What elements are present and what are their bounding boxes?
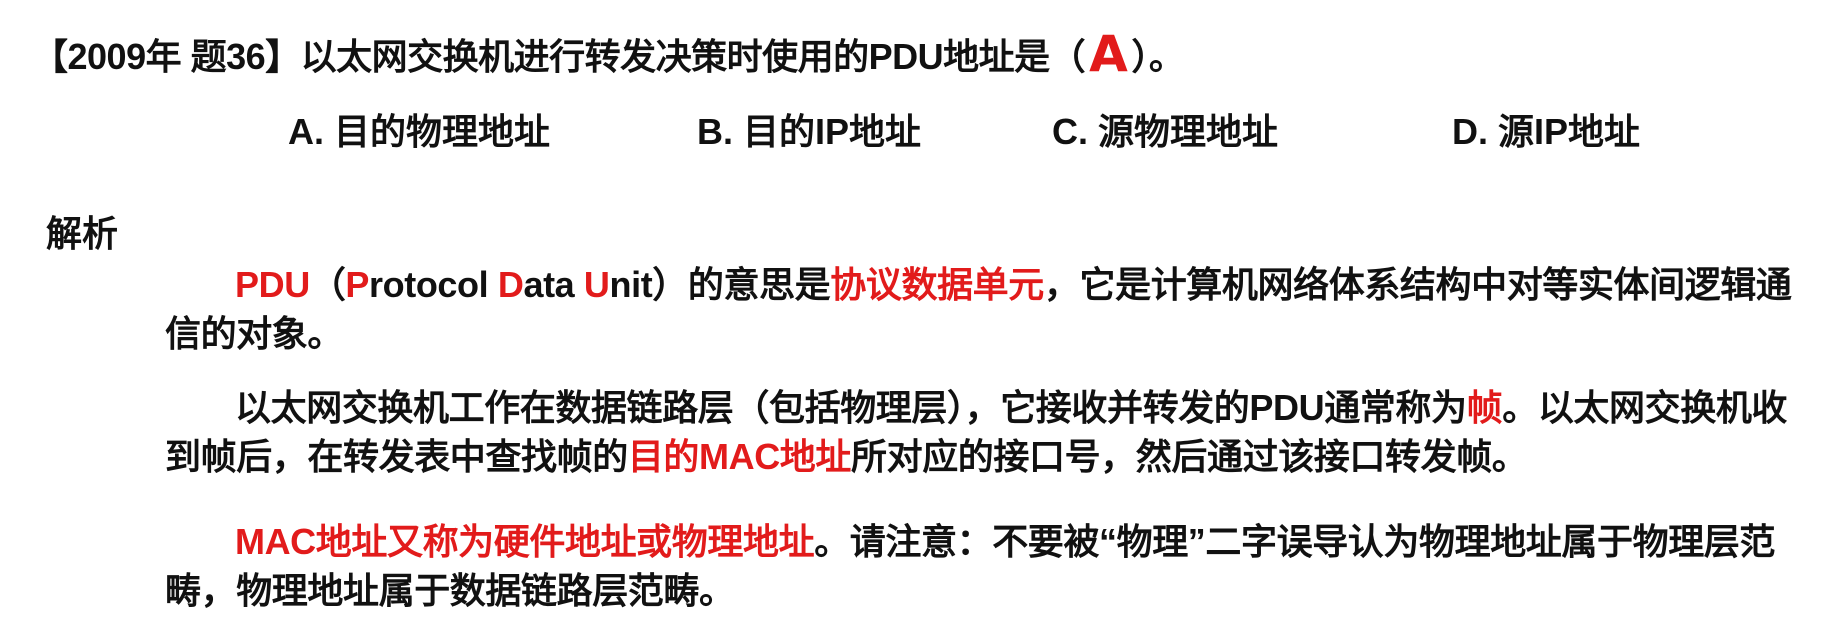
question-stem: 【2009年 题36】以太网交换机进行转发决策时使用的PDU地址是（A）。 — [32, 25, 1185, 83]
analysis-paragraph-1: PDU（Protocol Data Unit）的意思是协议数据单元，它是计算机网… — [165, 260, 1815, 358]
p1-highlight: 协议数据单元 — [830, 264, 1044, 305]
analysis-paragraph-3: MAC地址又称为硬件地址或物理地址。请注意：不要被“物理”二字误导认为物理地址属… — [165, 517, 1815, 615]
option-c: C. 源物理地址 — [1052, 111, 1279, 152]
question-prefix: 【2009年 题36】以太网交换机进行转发决策时使用的PDU地址是（ — [32, 36, 1086, 77]
analysis-title: 解析 — [46, 213, 119, 254]
p2-text: 以太网交换机工作在数据链路层（包括物理层），它接收并转发的PDU通常称为 — [235, 387, 1467, 428]
p1-initial-p: P — [345, 264, 370, 305]
question-suffix: ）。 — [1131, 36, 1185, 77]
pdu-term: PDU — [235, 264, 310, 305]
p3-highlight: MAC地址又称为硬件地址或物理地址 — [235, 521, 815, 562]
p1-text: ata — [523, 264, 584, 305]
p2-highlight-mac: 目的MAC地址 — [627, 436, 852, 477]
option-d: D. 源IP地址 — [1452, 111, 1641, 152]
p1-text: （ — [309, 264, 346, 305]
p1-text: nit）的意思是 — [609, 264, 831, 305]
answer-letter: A — [1089, 25, 1128, 83]
p1-text: rotocol — [369, 264, 498, 305]
analysis-paragraph-2: 以太网交换机工作在数据链路层（包括物理层），它接收并转发的PDU通常称为帧。以太… — [165, 383, 1815, 481]
option-a: A. 目的物理地址 — [288, 111, 551, 152]
p2-text: 所对应的接口号，然后通过该接口转发帧。 — [851, 436, 1528, 477]
option-b: B. 目的IP地址 — [697, 111, 922, 152]
p1-initial-u: U — [583, 264, 610, 305]
p1-initial-d: D — [497, 264, 524, 305]
p2-highlight-frame: 帧 — [1466, 387, 1503, 428]
